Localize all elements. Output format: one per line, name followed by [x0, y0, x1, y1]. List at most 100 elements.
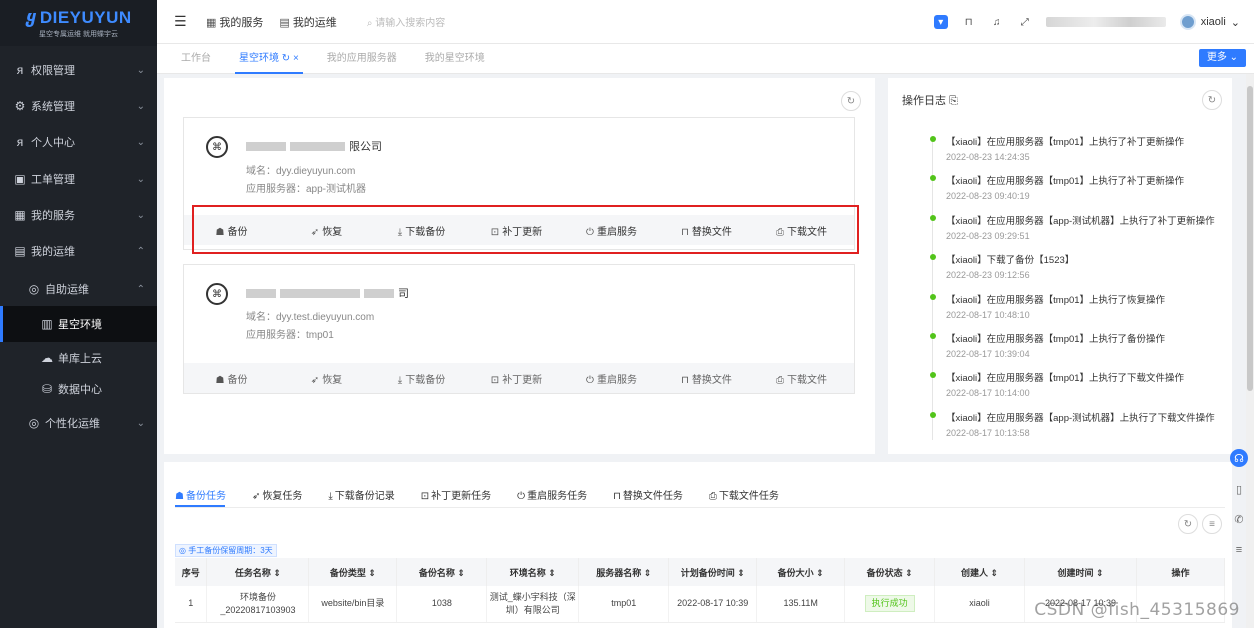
action-label: 备份	[227, 374, 248, 386]
log-text: 【xiaoli】在应用服务器【tmp01】上执行了恢复操作	[946, 295, 1166, 306]
app-icon[interactable]: ▾	[933, 15, 948, 29]
sidebar-item-custom-ops[interactable]: ◎ 个性化运维 ⌄	[0, 405, 157, 441]
org-icon: ⌘	[206, 283, 228, 305]
col-header[interactable]: 备份名称 ⇕	[396, 558, 488, 586]
columns-icon[interactable]: ≡	[1202, 514, 1222, 534]
log-time: 2022-08-23 09:40:19	[946, 191, 1030, 201]
watermark: CSDN @fish_45315869	[1034, 600, 1240, 620]
col-header[interactable]: 备份大小 ⇕	[756, 558, 846, 586]
book-icon[interactable]: ▯	[1230, 480, 1248, 498]
bell-icon[interactable]: ♫	[990, 15, 1004, 29]
page-tabs: 工作台 星空环境 ↻ × 我的应用服务器 我的星空环境 更多 ⌄	[157, 44, 1254, 74]
sidebar-item-my-ops[interactable]: ▤ 我的运维 ⌃	[0, 233, 157, 269]
chevron-down-icon: ⌄	[136, 417, 145, 429]
action-label: 恢复	[322, 374, 343, 386]
patch-update-button[interactable]: ⊡ 补丁更新	[469, 371, 564, 386]
log-item: 【xiaoli】在应用服务器【tmp01】上执行了下载文件操作 2022-08-1…	[946, 370, 1184, 398]
refresh-icon[interactable]: ↻	[1202, 90, 1222, 110]
cell-index: 1	[175, 586, 208, 623]
logo-brand: DIEYUYUN	[39, 7, 132, 27]
search-placeholder: 请输入搜索内容	[375, 18, 446, 29]
log-item: 【xiaoli】在应用服务器【app-测试机器】上执行了下载文件操作 2022-0…	[946, 410, 1215, 438]
cell-env-name: 测试_蝶小宇科技（深圳）有限公司	[486, 586, 580, 623]
menu-toggle-icon[interactable]: ☰	[174, 13, 187, 30]
cell-status: 执行成功	[844, 586, 936, 623]
list-icon[interactable]: ≡	[1230, 541, 1248, 559]
col-header[interactable]: 任务名称 ⇕	[206, 558, 310, 586]
header-nav-my-services[interactable]: ▦ 我的服务	[206, 14, 263, 30]
close-icon[interactable]: ×	[293, 53, 299, 64]
col-header[interactable]: 备份状态 ⇕	[844, 558, 936, 586]
action-label: 下载备份	[405, 374, 446, 386]
timeline-dot	[930, 254, 936, 260]
tab-star-env[interactable]: 星空环境 ↻ ×	[235, 44, 303, 74]
tab-restore-tasks[interactable]: ➶ 恢复任务	[252, 487, 302, 502]
col-header[interactable]: 创建人 ⇕	[934, 558, 1026, 586]
download-icon: ⤓	[328, 491, 333, 502]
user-menu[interactable]: xiaoli ⌄	[1179, 14, 1240, 30]
grid-icon: ▦	[206, 16, 217, 29]
refresh-icon[interactable]: ↻	[282, 53, 290, 64]
col-header[interactable]: 服务器名称 ⇕	[578, 558, 670, 586]
log-time: 2022-08-17 10:39:04	[946, 349, 1030, 359]
search-input[interactable]: ⌕ 请输入搜索内容	[367, 14, 445, 29]
download-file-button[interactable]: ⎙ 下载文件	[754, 371, 849, 386]
more-button[interactable]: 更多 ⌄	[1198, 49, 1246, 67]
person-icon: ᴙ	[16, 135, 24, 149]
sidebar-item-system[interactable]: ⚙ 系统管理 ⌄	[0, 88, 157, 124]
fullscreen-icon[interactable]: ⤢	[1018, 15, 1032, 29]
log-text: 【xiaoli】在应用服务器【tmp01】上执行了备份操作	[946, 334, 1166, 345]
header-nav-my-ops[interactable]: ▤ 我的运维	[279, 14, 336, 30]
tab-download-file-tasks[interactable]: ⎙ 下载文件任务	[709, 487, 779, 502]
tab-label: 备份任务	[185, 491, 226, 502]
refresh-icon[interactable]: ↻	[1178, 514, 1198, 534]
scrollbar-thumb[interactable]	[1247, 86, 1253, 391]
tab-label: 恢复任务	[262, 491, 303, 502]
sidebar-item-my-services[interactable]: ▦ 我的服务 ⌄	[0, 197, 157, 233]
tab-my-app-servers[interactable]: 我的应用服务器	[323, 44, 401, 74]
lock-icon[interactable]: ⊓	[962, 15, 976, 29]
tab-restart-service-tasks[interactable]: ⏻ 重启服务任务	[517, 487, 587, 502]
col-header[interactable]: 环境名称 ⇕	[486, 558, 580, 586]
top-header: ☰ ▦ 我的服务 ▤ 我的运维 ⌕ 请输入搜索内容 ▾ ⊓ ♫ ⤢ xiaoli ⌄	[157, 0, 1254, 44]
tab-patch-update-tasks[interactable]: ⊡ 补丁更新任务	[421, 487, 491, 502]
action-label: 补丁更新	[502, 374, 543, 386]
sidebar-item-self-ops[interactable]: ◎ 自助运维 ⌃	[0, 271, 157, 307]
logo-mark-icon: ყ	[25, 7, 36, 27]
sidebar-item-personal[interactable]: ᴙ 个人中心 ⌄	[0, 124, 157, 160]
restore-button[interactable]: ➶ 恢复	[279, 371, 374, 386]
log-text: 【xiaoli】下载了备份【1523】	[946, 255, 1075, 266]
print-icon: ⎙	[776, 374, 784, 386]
refresh-icon[interactable]: ↻	[841, 91, 861, 111]
log-text: 【xiaoli】在应用服务器【tmp01】上执行了下载文件操作	[946, 373, 1185, 384]
log-time: 2022-08-23 14:24:35	[946, 152, 1030, 162]
sidebar-item-tickets[interactable]: ▣ 工单管理 ⌄	[0, 161, 157, 197]
col-header: 操作	[1136, 558, 1226, 586]
tab-workbench[interactable]: 工作台	[177, 44, 215, 74]
headset-icon[interactable]: ☊	[1230, 449, 1248, 467]
sidebar-item-label: 数据中心	[58, 384, 102, 396]
log-text: 【xiaoli】在应用服务器【tmp01】上执行了补丁更新操作	[946, 176, 1185, 187]
timeline-dot	[930, 215, 936, 221]
logo[interactable]: ყ DIEYUYUN 星空专属运维 就用蝶宇云	[0, 0, 157, 46]
print-icon: ⎙	[708, 491, 717, 502]
sidebar-item-permissions[interactable]: ᴙ 权限管理 ⌄	[0, 52, 157, 88]
tab-backup-tasks[interactable]: ☗ 备份任务	[175, 487, 226, 502]
tab-download-backup-records[interactable]: ⤓ 下载备份记录	[328, 487, 394, 502]
replace-file-button[interactable]: ⊓ 替换文件	[659, 371, 754, 386]
tab-my-star-env[interactable]: 我的星空环境	[421, 44, 489, 74]
col-header[interactable]: 计划备份时间 ⇕	[668, 558, 758, 586]
col-header[interactable]: 创建时间 ⇕	[1024, 558, 1137, 586]
sidebar-item-star-env[interactable]: ▥ 星空环境	[0, 306, 157, 342]
col-header[interactable]: 备份类型 ⇕	[308, 558, 398, 586]
timeline-line	[932, 140, 933, 440]
restart-service-button[interactable]: ⏻ 重启服务	[564, 371, 659, 386]
backup-button[interactable]: ☗ 备份	[184, 371, 279, 386]
sidebar-item-data-center[interactable]: ⛁ 数据中心	[0, 371, 157, 407]
phone-icon[interactable]: ✆	[1230, 510, 1248, 528]
download-backup-button[interactable]: ⤓ 下载备份	[374, 371, 469, 386]
log-time: 2022-08-23 09:29:51	[946, 231, 1030, 241]
sidebar-item-label: 工单管理	[31, 174, 75, 186]
tab-label: 星空环境	[239, 52, 279, 64]
tab-replace-file-tasks[interactable]: ⊓ 替换文件任务	[613, 487, 683, 502]
